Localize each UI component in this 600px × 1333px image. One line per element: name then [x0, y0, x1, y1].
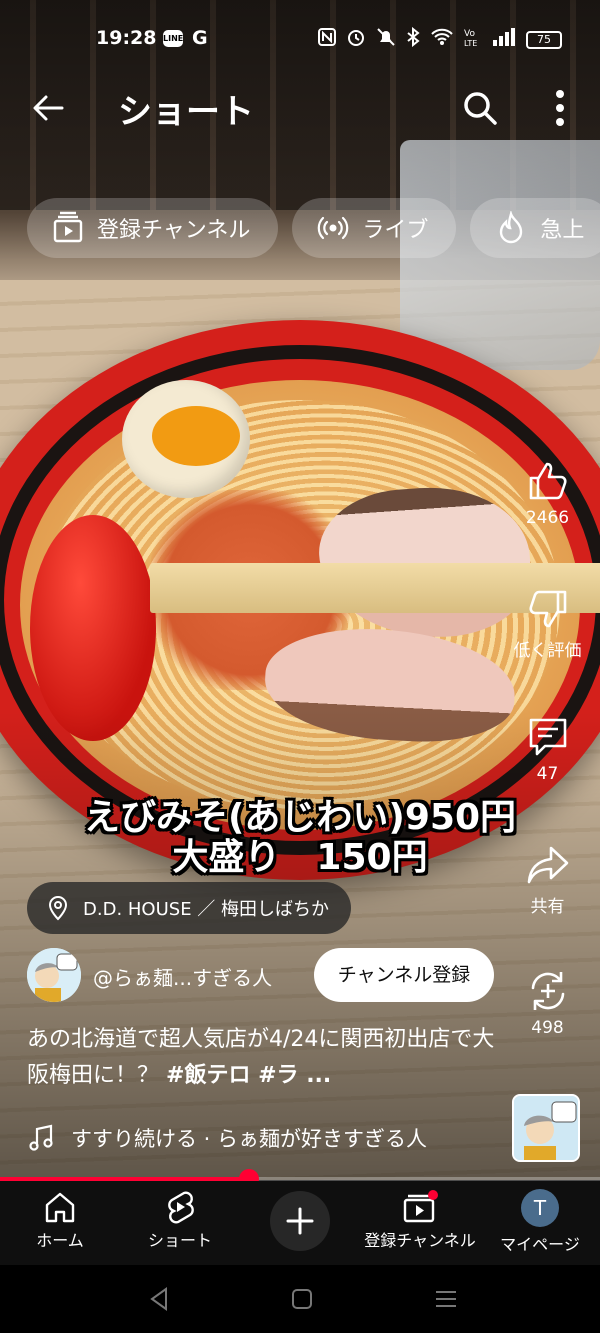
nav-shorts-label: ショート — [147, 1231, 212, 1250]
chip-trending-label: 急上 — [540, 218, 585, 243]
system-home-icon[interactable] — [288, 1285, 316, 1313]
plus-icon — [286, 1207, 314, 1235]
nav-home[interactable]: ホーム — [0, 1189, 120, 1251]
status-bar: 19:28 LINE G Vo LTE 75 — [0, 24, 600, 58]
dislike-button[interactable]: 低く評価 — [510, 586, 585, 661]
video-caption-overlay: えびみそ(あじわい)950円 大盛り 150円 — [0, 798, 600, 878]
nav-me[interactable]: T マイページ — [480, 1189, 600, 1255]
user-avatar: T — [521, 1189, 559, 1227]
share-label: 共有 — [530, 897, 565, 917]
video-caption-line2: 大盛り 150円 — [172, 837, 428, 878]
music-thumbnail[interactable] — [512, 1094, 580, 1162]
trending-icon — [500, 211, 523, 244]
comment-button[interactable]: 47 — [510, 714, 585, 784]
status-icons: Vo LTE 75 — [318, 26, 562, 52]
thumb-down-icon — [528, 590, 566, 628]
status-time: 19:28 — [96, 27, 157, 49]
remix-button[interactable]: 498 — [510, 968, 585, 1038]
video-description[interactable]: あの北海道で超人気店が4/24に関西初出店で大阪梅田に！？ #飯テロ #ラ ..… — [27, 1022, 497, 1094]
line-app-icon: LINE — [163, 30, 183, 47]
filter-chips: 登録チャンネル ライブ 急上 — [27, 198, 600, 260]
nav-subscriptions[interactable]: 登録チャンネル — [360, 1189, 480, 1251]
app-bar: ショート — [0, 80, 600, 136]
like-count: 2466 — [525, 508, 570, 528]
comment-count: 47 — [536, 764, 559, 784]
video-caption-line1: えびみそ(あじわい)950円 — [83, 797, 517, 838]
description-hashtags[interactable]: #飯テロ #ラ ... — [166, 1063, 331, 1088]
dislike-label: 低く評価 — [513, 641, 582, 661]
channel-row: @らぁ麺...すぎる人 チャンネル登録 — [27, 948, 497, 1002]
back-arrow-icon[interactable] — [28, 88, 68, 128]
google-icon: G — [192, 27, 208, 49]
system-nav-bar — [0, 1265, 600, 1333]
remix-count: 498 — [531, 1018, 564, 1038]
nav-shorts[interactable]: ショート — [120, 1189, 240, 1251]
bluetooth-icon — [406, 26, 420, 52]
home-icon — [45, 1192, 75, 1223]
signal-icon — [492, 28, 516, 51]
music-row[interactable]: すすり続ける · らぁ麺が好きすぎる人 — [27, 1118, 497, 1158]
channel-name[interactable]: @らぁ麺...すぎる人 — [93, 962, 272, 991]
chip-live[interactable]: ライブ — [292, 198, 457, 258]
like-button[interactable]: 2466 — [510, 458, 585, 528]
mute-icon — [376, 27, 396, 52]
bottom-nav: ホーム ショート 登録チャンネル T マイページ — [0, 1181, 600, 1265]
music-label: すすり続ける · らぁ麺が好きすぎる人 — [71, 1127, 428, 1151]
battery-icon: 75 — [526, 30, 562, 49]
wifi-icon — [430, 28, 454, 51]
alarm-icon — [346, 27, 366, 52]
nav-home-label: ホーム — [36, 1231, 84, 1250]
system-recents-icon[interactable] — [432, 1285, 460, 1313]
chip-subscriptions-label: 登録チャンネル — [97, 218, 251, 243]
location-label: D.D. HOUSE ／ 梅田しばちか — [83, 899, 330, 920]
channel-avatar[interactable] — [27, 948, 81, 1002]
chip-subscriptions[interactable]: 登録チャンネル — [27, 198, 279, 258]
remix-icon — [531, 972, 564, 1010]
music-note-icon — [29, 1124, 53, 1151]
shorts-icon — [168, 1191, 194, 1224]
comment-icon — [529, 718, 566, 756]
nfc-icon — [318, 28, 336, 51]
more-vert-icon[interactable] — [540, 86, 580, 130]
system-back-icon[interactable] — [146, 1285, 174, 1313]
chip-trending[interactable]: 急上 — [470, 198, 600, 258]
nav-subscriptions-label: 登録チャンネル — [364, 1231, 476, 1250]
search-icon[interactable] — [460, 88, 500, 128]
thumb-up-icon — [529, 462, 567, 500]
svg-text:Vo: Vo — [464, 29, 475, 39]
page-title: ショート — [118, 92, 254, 132]
location-pin-icon — [48, 895, 68, 921]
location-chip[interactable]: D.D. HOUSE ／ 梅田しばちか — [27, 882, 352, 934]
subscriptions-icon — [53, 211, 83, 243]
create-button[interactable] — [270, 1191, 330, 1251]
nav-me-label: マイページ — [500, 1235, 580, 1254]
volte-icon: Vo LTE — [464, 27, 482, 52]
svg-text:LTE: LTE — [464, 39, 477, 47]
live-icon — [318, 216, 349, 240]
subscribe-button[interactable]: チャンネル登録 — [314, 948, 494, 1002]
chip-live-label: ライブ — [362, 218, 429, 243]
subscriptions-icon — [403, 1190, 438, 1223]
